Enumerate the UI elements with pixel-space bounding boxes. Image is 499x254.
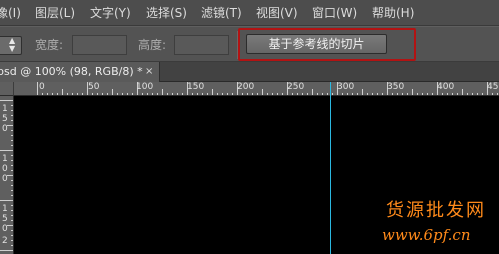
stepper-arrows-icon: ▲ ▼ [9,36,16,53]
menu-window[interactable]: 窗口(W) [312,5,357,21]
menu-view[interactable]: 视图(V) [256,5,298,21]
style-select[interactable]: ▲ ▼ [0,36,22,55]
width-label: 宽度: [35,38,64,52]
document-tab-title: psd @ 100% (98, RGB/8) * [0,65,143,78]
ruler-h-label: 0 [39,82,45,92]
ruler-v-label: 5 [2,114,8,124]
watermark-chinese-text: 货源批发网 [386,200,486,221]
ruler-h-label: 400 [437,82,455,92]
vertical-ruler[interactable]: 1 5 0 1 0 0 1 5 0 2 [0,96,14,254]
height-label: 高度: [138,38,167,52]
ruler-h-label: 300 [337,82,355,92]
menu-filter[interactable]: 滤镜(T) [201,5,242,21]
ruler-h-label: 450 [487,82,499,92]
ruler-h-label: 50 [88,82,100,92]
horizontal-ruler[interactable]: 0 50 100 150 200 250 300 350 400 450 [0,82,499,96]
menu-help[interactable]: 帮助(H) [372,5,414,21]
menu-layer[interactable]: 图层(L) [35,5,75,21]
document-tab[interactable]: psd @ 100% (98, RGB/8) * × [0,62,160,82]
menu-select[interactable]: 选择(S) [146,5,187,21]
ruler-v-label: 2 [2,236,8,246]
ruler-v-label: 5 [2,214,8,224]
menu-image[interactable]: 像(I) [0,5,21,21]
menu-type[interactable]: 文字(Y) [90,5,131,21]
ruler-h-label: 100 [136,82,154,92]
ruler-v-label: 0 [2,224,8,234]
ruler-v-label: 0 [2,164,8,174]
watermark-url-text: www.6pf.cn [382,226,471,244]
ruler-v-label: 1 [2,104,8,114]
ruler-v-label: 1 [2,204,8,214]
ruler-v-label: 0 [2,174,8,184]
ruler-h-label: 150 [187,82,205,92]
vertical-guide-line[interactable] [330,82,331,254]
ruler-h-label: 200 [237,82,255,92]
document-tab-strip: psd @ 100% (98, RGB/8) * × [0,62,499,82]
ruler-h-label: 250 [287,82,305,92]
slices-from-guides-button[interactable]: 基于参考线的切片 [246,34,387,54]
width-field[interactable] [72,35,127,55]
height-field[interactable] [174,35,229,55]
ruler-h-label: 350 [387,82,405,92]
ruler-origin[interactable] [0,82,14,96]
ruler-v-label: 0 [2,124,8,134]
ruler-v-label: 1 [2,154,8,164]
menu-bar: 像(I) 图层(L) 文字(Y) 选择(S) 滤镜(T) 视图(V) 窗口(W)… [0,0,499,26]
close-icon[interactable]: × [145,62,153,82]
